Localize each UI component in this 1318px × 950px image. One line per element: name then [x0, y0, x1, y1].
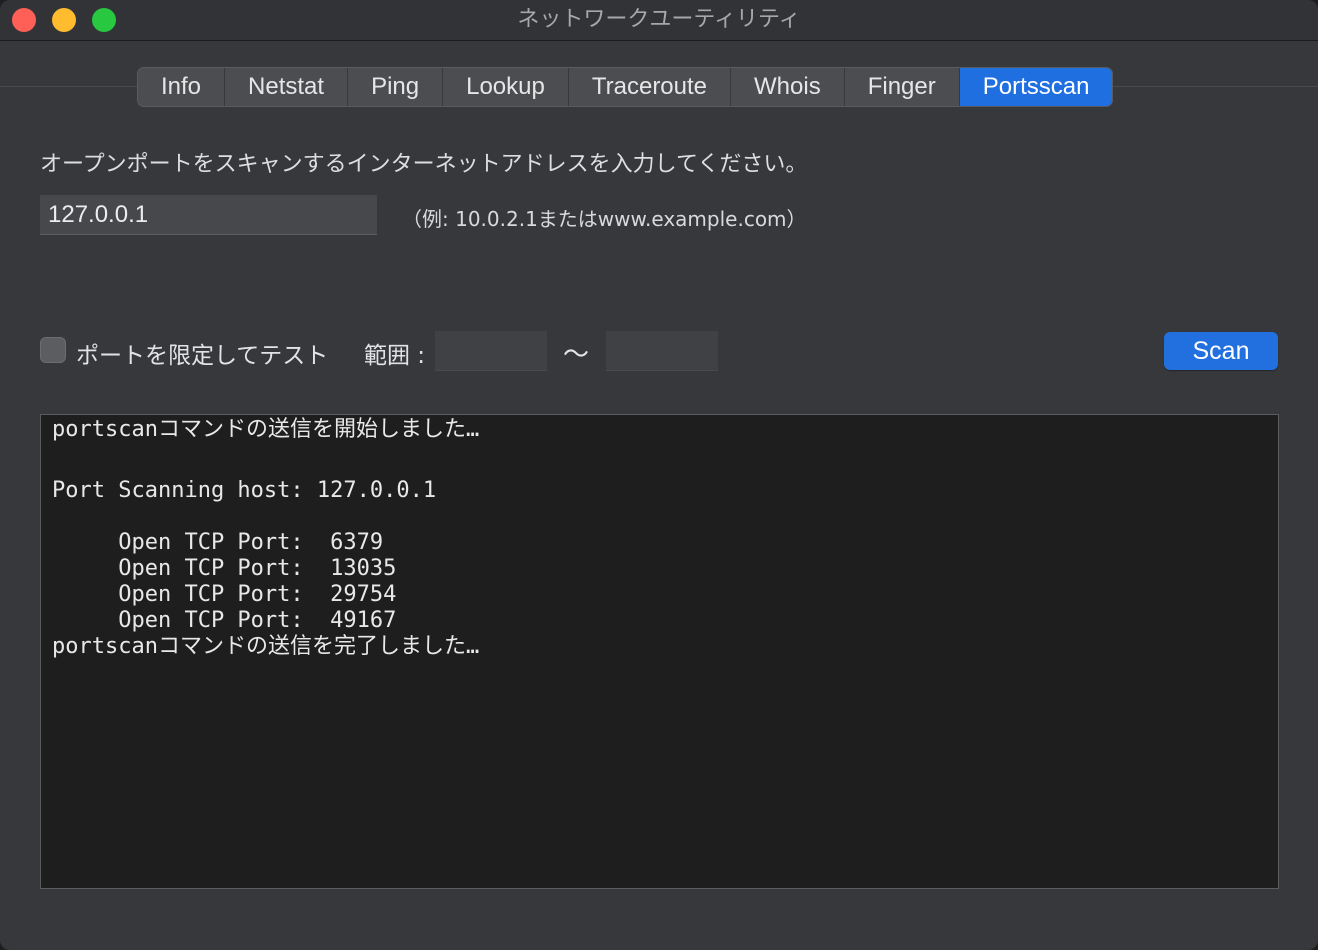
tab-lookup[interactable]: Lookup: [443, 68, 569, 106]
address-input[interactable]: [40, 195, 377, 235]
address-prompt: オープンポートをスキャンするインターネットアドレスを入力してください。: [40, 152, 808, 177]
tab-finger[interactable]: Finger: [845, 68, 960, 106]
address-example-hint: （例: 10.0.2.1またはwww.example.com）: [402, 207, 807, 231]
tab-netstat[interactable]: Netstat: [225, 68, 349, 106]
tab-info[interactable]: Info: [138, 68, 226, 106]
output-line: Open TCP Port: 6379: [52, 530, 384, 555]
tab-traceroute[interactable]: Traceroute: [569, 68, 732, 106]
limit-ports-label: ポートを限定してテスト: [76, 343, 329, 369]
output-line: Open TCP Port: 29754: [52, 582, 397, 607]
output-line: portscanコマンドの送信を開始しました…: [52, 417, 480, 442]
window-title: ネットワークユーティリティ: [517, 7, 801, 32]
scan-button[interactable]: Scan: [1164, 332, 1278, 370]
tab-bar: Info Netstat Ping Lookup Traceroute Whoi…: [138, 68, 1113, 106]
range-from-input[interactable]: [435, 331, 547, 371]
output-line: portscanコマンドの送信を完了しました…: [52, 634, 480, 659]
output-line: Open TCP Port: 49167: [52, 608, 397, 633]
tab-whois[interactable]: Whois: [731, 68, 845, 106]
limit-ports-checkbox[interactable]: [40, 337, 66, 363]
network-utility-window: ネットワークユーティリティ Info Netstat Ping Lookup T…: [0, 0, 1318, 950]
title-bar: ネットワークユーティリティ: [0, 0, 1318, 41]
console-output[interactable]: portscanコマンドの送信を開始しました… Port Scanning ho…: [40, 414, 1279, 889]
output-line: Open TCP Port: 13035: [52, 556, 397, 581]
tab-ping[interactable]: Ping: [348, 68, 444, 106]
range-to-input[interactable]: [606, 331, 718, 371]
output-line: Port Scanning host: 127.0.0.1: [52, 478, 437, 503]
range-label: 範囲 :: [364, 343, 426, 369]
tab-portsscan[interactable]: Portsscan: [959, 68, 1113, 106]
range-separator: 〜: [563, 340, 590, 370]
